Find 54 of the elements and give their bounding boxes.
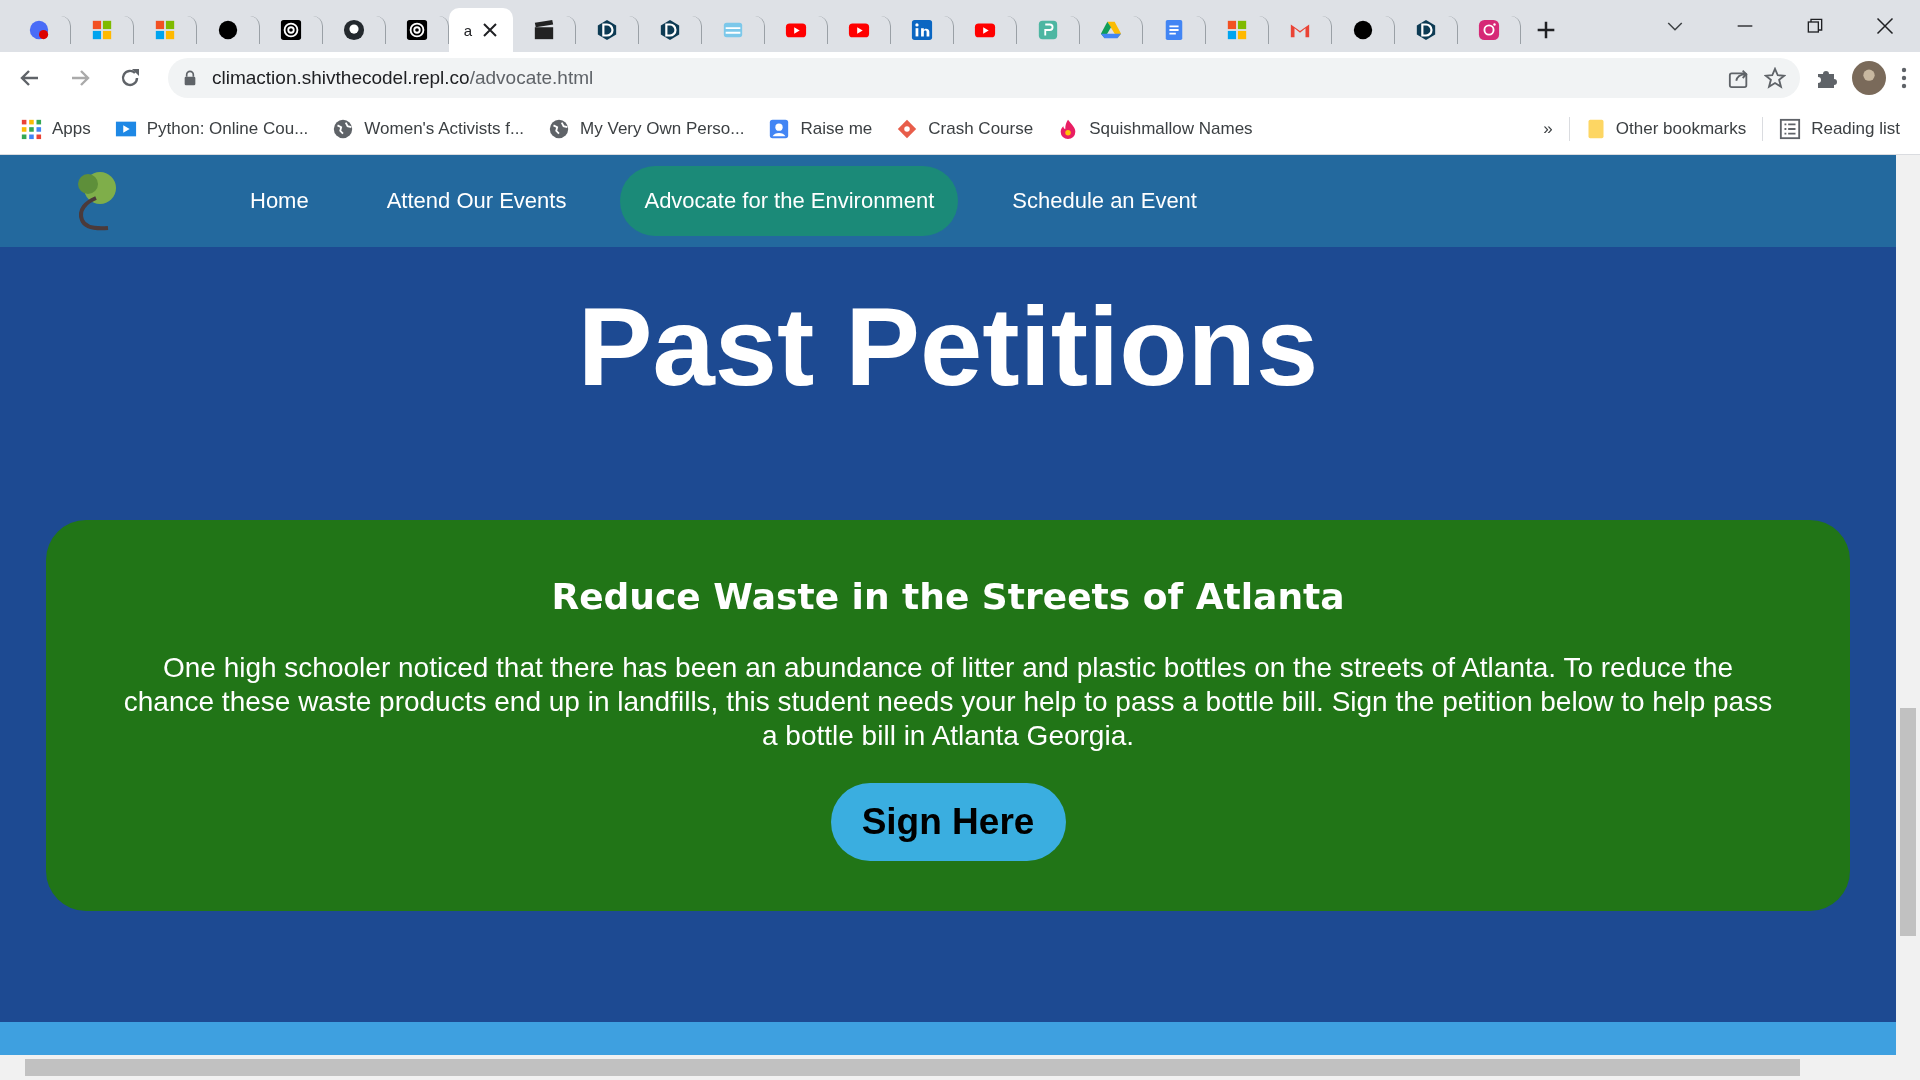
page-heading: Past Petitions: [577, 285, 1319, 409]
globe-icon: [548, 118, 571, 140]
linkedin-icon: [911, 19, 933, 41]
camera-icon: [1478, 19, 1500, 41]
nav-link[interactable]: Schedule an Event: [988, 166, 1221, 236]
reading-list[interactable]: Reading list: [1779, 118, 1900, 140]
sign-here-button[interactable]: Sign Here: [830, 783, 1066, 862]
horizontal-scrollbar[interactable]: [0, 1055, 1920, 1080]
windows-icon: [1226, 19, 1248, 41]
circle-icon: [1352, 19, 1374, 41]
petition-description: One high schooler noticed that there has been an abundance of litter and plastic bottles on the streets of Atlanta. To reduce the chance these waste products end up in landfills, this student needs your help to pass a bottle bill. Sign the petition below to help pass a bottle bill in Atlanta Georgia.: [122, 651, 1774, 754]
bookmark[interactable]: Squishmallow Names: [1057, 118, 1253, 140]
browser-tab[interactable]: a: [449, 8, 513, 52]
nav-link[interactable]: Attend Our Events: [362, 166, 591, 236]
star-icon: [1764, 67, 1786, 89]
list-icon: [1779, 118, 1802, 140]
tab-title: a: [463, 21, 473, 39]
bookmark[interactable]: Crash Course: [896, 118, 1034, 140]
minimize-icon: [1737, 25, 1753, 27]
hexagon-icon: [1415, 19, 1437, 41]
more-bookmarks-button[interactable]: »: [1543, 119, 1553, 139]
nav-link[interactable]: Advocate for the Environment: [620, 166, 959, 236]
close-icon: [482, 22, 499, 38]
person-icon: [768, 118, 791, 140]
more-icon: [1900, 66, 1908, 90]
circle-icon: [217, 19, 239, 41]
restore-icon: [1807, 18, 1823, 34]
bookmark[interactable]: Raise me: [768, 118, 873, 140]
other-bookmarks[interactable]: Other bookmarks: [1585, 118, 1747, 140]
apps-icon: [20, 118, 42, 140]
share-icon: [1728, 67, 1750, 89]
windows-icon: [154, 19, 176, 41]
diamond-icon: [896, 118, 919, 140]
address-bar[interactable]: climaction.shivthecodel.repl.co/advocate.html: [168, 58, 1800, 98]
close-icon: [1876, 17, 1894, 35]
windows-icon: [91, 19, 113, 41]
triangle-icon: [1100, 19, 1122, 41]
hexagon-icon: [659, 19, 681, 41]
bookmark[interactable]: Apps: [20, 118, 91, 140]
folder-icon: [1585, 118, 1606, 140]
circle-icon: [28, 19, 50, 41]
bookmark[interactable]: My Very Own Perso...: [548, 118, 745, 140]
plus-icon: [1536, 20, 1556, 40]
bookmark[interactable]: Women's Activists f...: [332, 118, 525, 140]
globe-icon: [332, 118, 355, 140]
nav-link[interactable]: Home: [226, 166, 333, 236]
lock-icon: [182, 69, 198, 87]
avatar-icon: [1852, 61, 1886, 95]
petition-title: Reduce Waste in the Streets of Atlanta: [551, 576, 1345, 618]
url-text: climaction.shivthecodel.repl.co/advocate.html: [212, 67, 594, 89]
bookmark[interactable]: Python: Online Cou...: [114, 118, 309, 140]
hexagon-icon: [596, 19, 618, 41]
vertical-scrollbar[interactable]: [1896, 155, 1920, 1055]
clapperboard-icon: [533, 19, 555, 41]
